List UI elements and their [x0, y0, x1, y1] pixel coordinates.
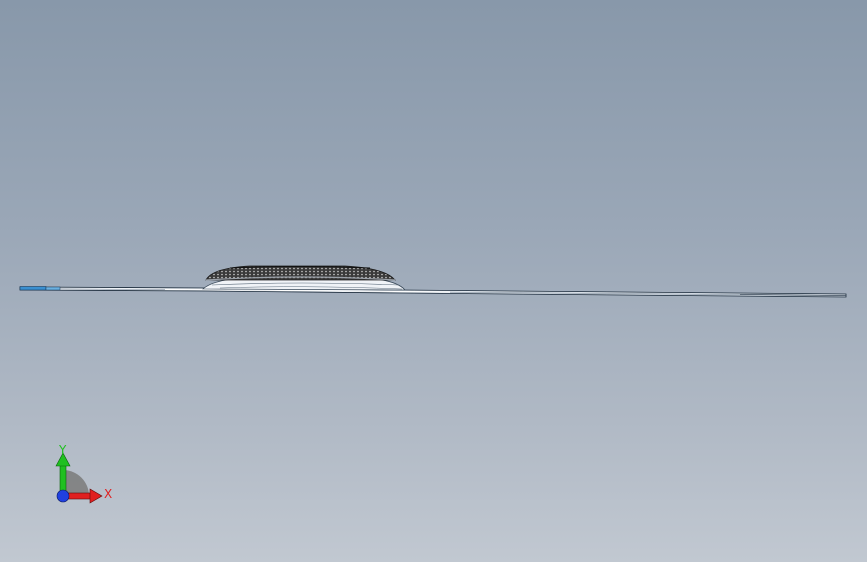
view-triad[interactable]: Y X	[50, 440, 120, 510]
y-axis-label: Y	[58, 443, 67, 457]
x-axis-label: X	[104, 487, 112, 501]
edge-highlight	[19, 286, 61, 291]
model-view[interactable]	[0, 0, 867, 562]
dome-mesh	[205, 265, 396, 281]
z-axis-dot	[56, 489, 70, 503]
graphics-viewport[interactable]: Y X	[0, 0, 867, 562]
